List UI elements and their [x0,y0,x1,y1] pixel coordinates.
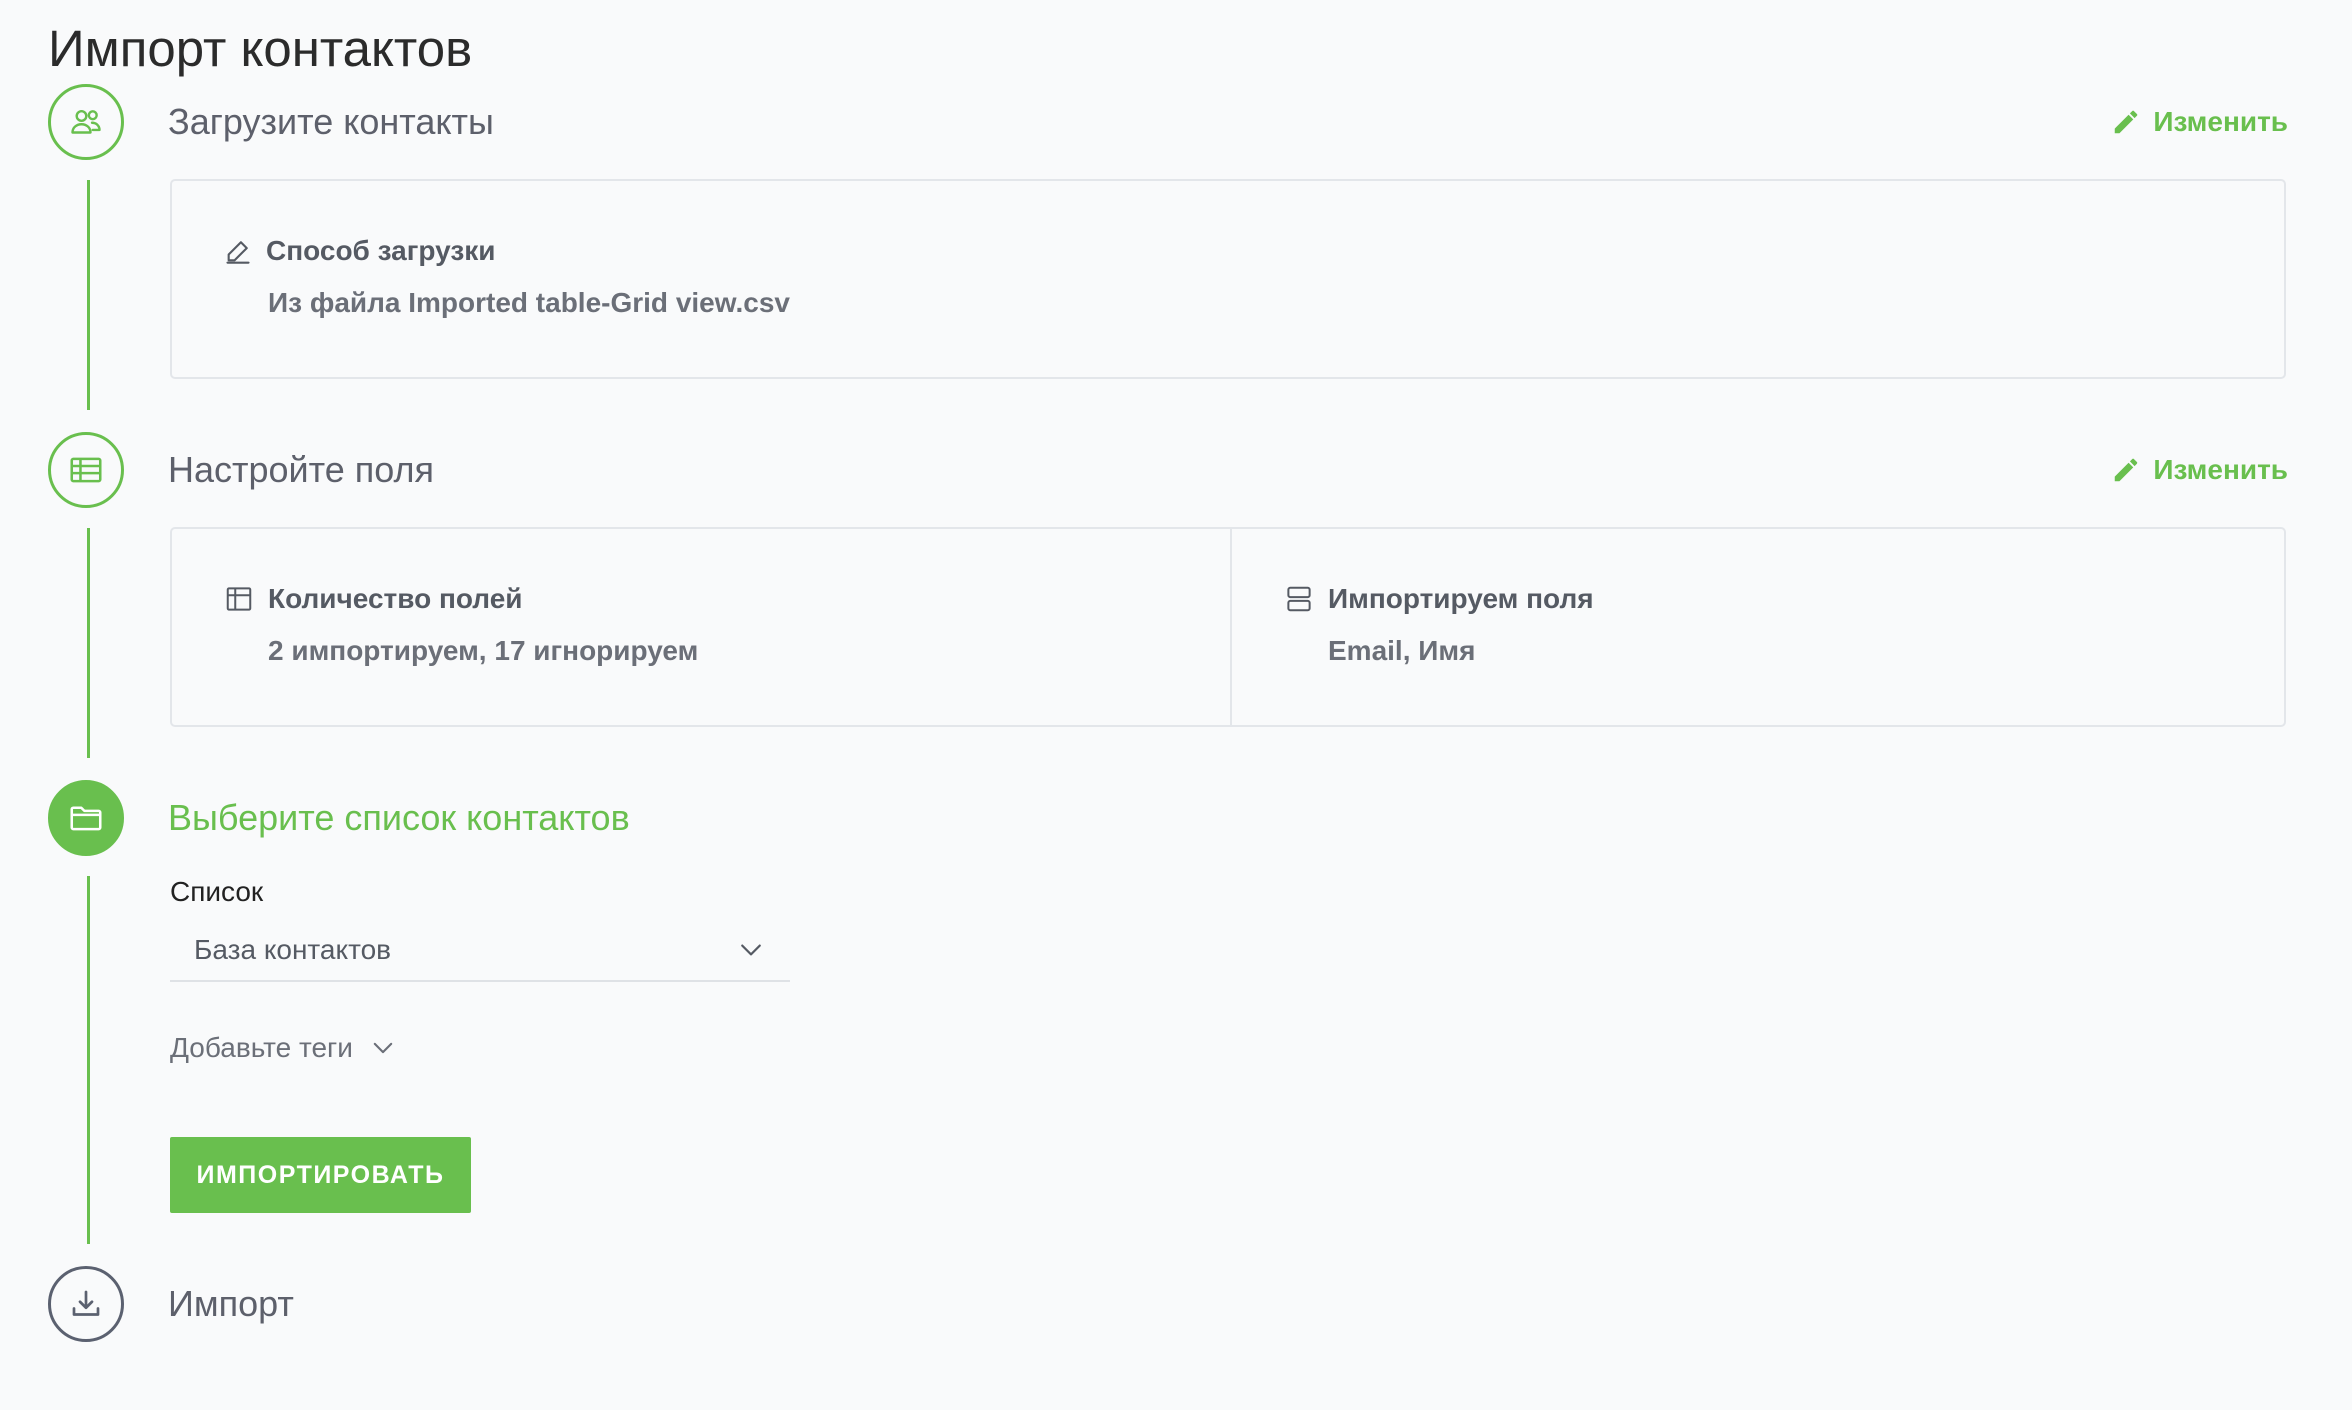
upload-method-value: Из файла Imported table-Grid view.csv [268,287,790,318]
folder-icon [70,806,102,831]
rows-icon [1287,586,1311,612]
step-2-edit-button[interactable]: Изменить [2111,454,2288,486]
import-contacts-page: Импорт контактов Загрузите контакты Изме… [0,0,2352,1410]
imported-fields-label-text: Импортируем поля [1328,583,1594,614]
step-4-title: Импорт [168,1283,294,1324]
step-4-indicator [48,1266,124,1342]
fields-count-column: Количество полей 2 импортируем, 17 игнор… [172,529,1230,725]
edit-outline-icon [226,241,250,264]
edit-label: Изменить [2153,454,2288,485]
contact-list-selected-value: База контактов [194,934,392,965]
table-icon [70,457,102,483]
fields-summary-card: Количество полей 2 импортируем, 17 игнор… [170,527,2286,727]
download-icon [72,1290,100,1316]
step-1-edit-button[interactable]: Изменить [2111,106,2288,138]
step-3-title: Выберите список контактов [168,797,630,838]
imported-fields-value: Email, Имя [1328,635,1476,666]
page-title: Импорт контактов [48,20,473,77]
grid-icon [226,587,252,611]
upload-method-label-text: Способ загрузки [266,235,496,266]
step-2-title: Настройте поля [168,449,434,490]
imported-fields-column: Импортируем поля Email, Имя [1230,529,2284,725]
chevron-down-icon [741,944,761,956]
pencil-icon [2115,110,2138,134]
upload-summary-card: Способ загрузки Из файла Imported table-… [170,179,2286,379]
users-icon [71,110,101,134]
add-tags-label: Добавьте теги [170,1032,353,1063]
pencil-icon [2115,458,2138,482]
step-connector-2 [87,528,90,758]
fields-count-label-text: Количество полей [268,583,523,614]
upload-method-label: Способ загрузки [224,235,495,267]
step-3-indicator [48,780,124,856]
fields-count-value: 2 импортируем, 17 игнорируем [268,635,699,666]
step-connector-3 [87,876,90,1244]
step-2-indicator [48,432,124,508]
imported-fields-label: Импортируем поля [1284,583,1594,615]
step-1-indicator [48,84,124,160]
step-connector-1 [87,180,90,410]
add-tags-toggle[interactable]: Добавьте теги [170,1032,397,1064]
edit-label: Изменить [2153,106,2288,137]
contact-list-label: Список [170,876,264,907]
chevron-down-icon [373,1042,393,1054]
fields-count-label: Количество полей [224,583,523,615]
contact-list-select[interactable]: База контактов [170,920,790,982]
import-button[interactable]: ИМПОРТИРОВАТЬ [170,1137,471,1213]
step-1-title: Загрузите контакты [168,101,494,142]
